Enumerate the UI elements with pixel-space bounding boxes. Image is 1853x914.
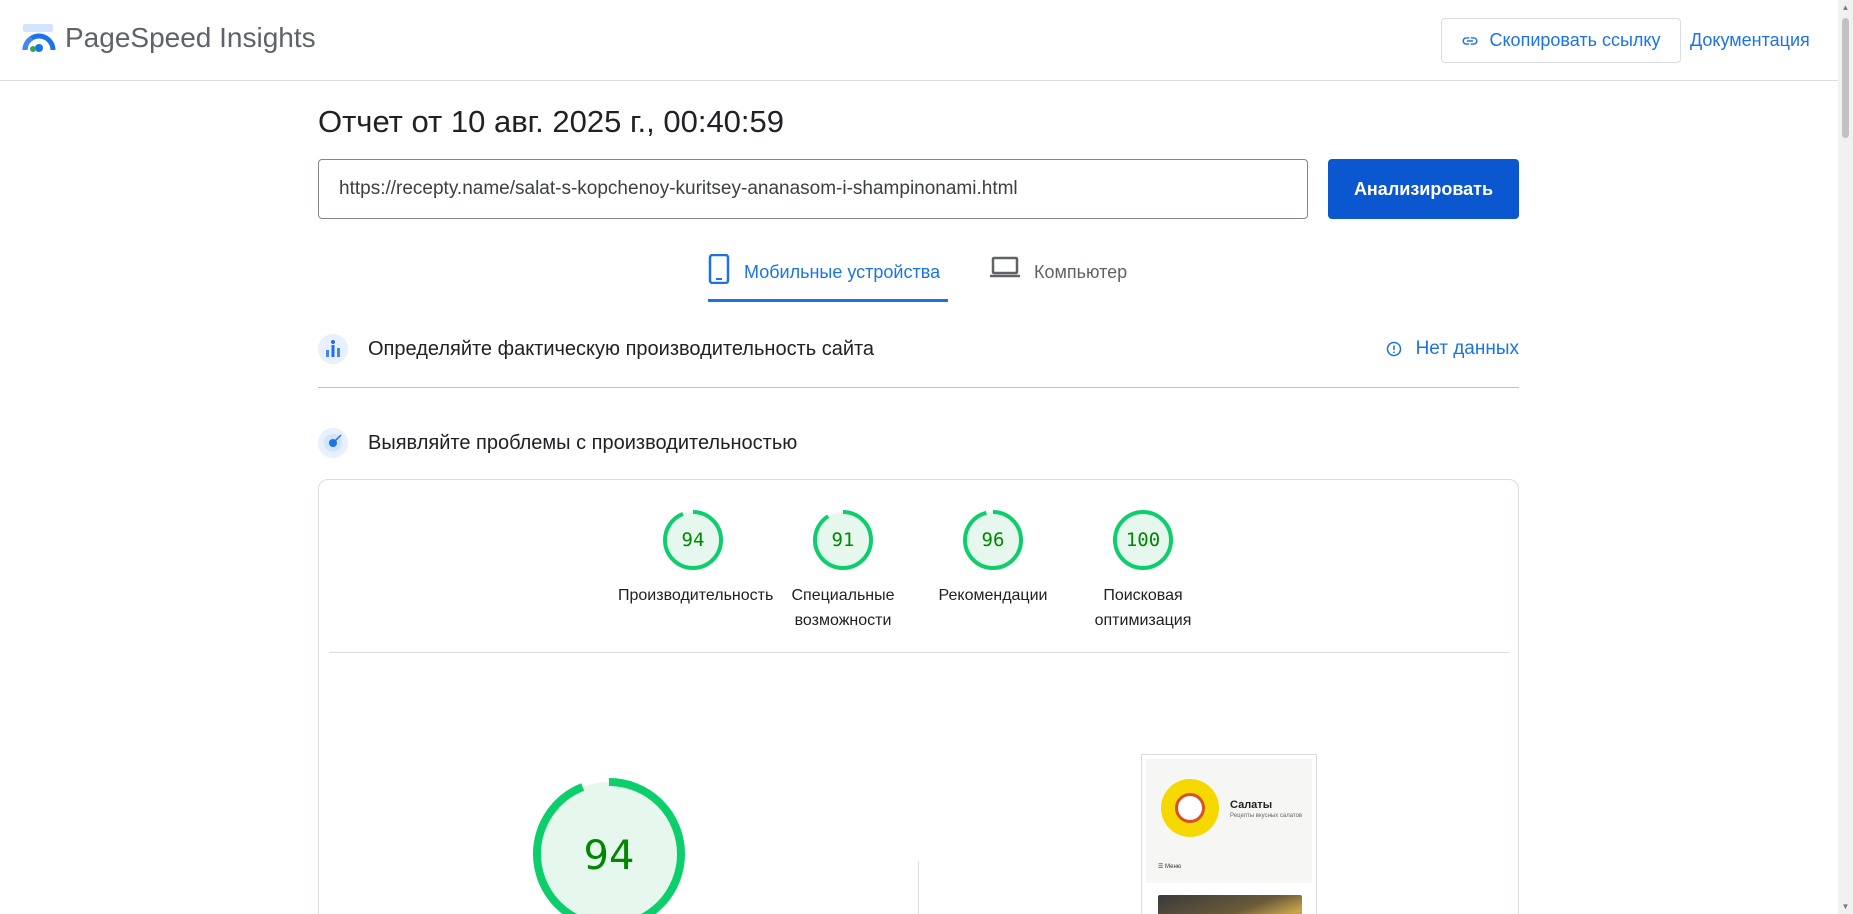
gauge-label-line1: Рекомендации — [938, 587, 1048, 604]
copy-link-label: Скопировать ссылку — [1489, 30, 1661, 50]
lab-target-icon — [318, 428, 348, 458]
gauge-value: 94 — [682, 529, 705, 551]
thumbnail-menu-label: ☰ Меню — [1158, 864, 1182, 870]
gauge-accessibility[interactable]: 91 Специальные возможности — [768, 509, 918, 633]
url-input[interactable] — [318, 159, 1308, 219]
no-data-label: Нет данных — [1415, 338, 1519, 359]
gauge-value: 100 — [1126, 529, 1160, 551]
tab-desktop[interactable]: Компьютер — [990, 254, 1140, 302]
gauge-performance[interactable]: 94 Производительность — [618, 509, 774, 608]
gauge-ring: 100 — [1113, 510, 1173, 570]
pagespeed-logo-icon[interactable] — [22, 22, 56, 54]
top-bar: PageSpeed Insights Скопировать ссылку До… — [0, 0, 1838, 81]
tab-desktop-label: Компьютер — [1034, 262, 1128, 282]
link-icon — [1462, 36, 1478, 45]
salad-plate-icon — [1175, 793, 1205, 823]
performance-big-gauge[interactable]: 94 — [531, 776, 687, 914]
analyze-button[interactable]: Анализировать — [1328, 159, 1519, 219]
gauge-value: 96 — [982, 529, 1005, 551]
performance-big-value: 94 — [584, 833, 635, 879]
smartphone-icon — [708, 254, 730, 284]
thumbnail-site-title: Салаты — [1230, 799, 1273, 811]
copy-link-button[interactable]: Скопировать ссылку — [1441, 18, 1681, 63]
thumbnail-site-subtitle: Рецепты вкусных салатов — [1230, 813, 1303, 819]
gauge-label-line2: возможности — [794, 612, 892, 629]
field-data-icon — [318, 334, 348, 364]
scroll-up-arrow-icon[interactable]: ▲ — [1841, 3, 1850, 12]
report-title: Отчет от 10 авг. 2025 г., 00:40:59 — [318, 104, 785, 139]
scroll-down-arrow-icon[interactable]: ▼ — [1841, 902, 1850, 911]
thumbnail-header: Салаты Рецепты вкусных салатов ☰ Меню — [1146, 759, 1312, 883]
vertical-divider — [918, 862, 919, 914]
gauge-label: Специальные возможности — [768, 583, 918, 633]
tab-mobile[interactable]: Мобильные устройства — [708, 254, 948, 302]
card-divider — [329, 652, 1509, 653]
info-icon — [1386, 341, 1401, 357]
scroll-thumb[interactable] — [1842, 18, 1849, 138]
field-data-title: Определяйте фактическую производительнос… — [368, 338, 875, 360]
gauge-value: 91 — [832, 529, 855, 551]
field-data-section: Определяйте фактическую производительнос… — [318, 334, 1519, 388]
no-data-indicator[interactable]: Нет данных — [1386, 338, 1519, 360]
scores-card: 94 Производительность 91 Специальные воз… — [318, 479, 1519, 914]
gauge-label-line1: Специальные — [791, 587, 895, 604]
gauge-label-line1: Производительность — [618, 587, 774, 604]
gauge-label-line1: Поисковая — [1103, 587, 1183, 604]
gauge-label: Поисковая оптимизация — [1068, 583, 1218, 633]
laptop-icon — [990, 256, 1020, 278]
brand-title[interactable]: PageSpeed Insights — [65, 22, 316, 54]
gauge-ring: 96 — [963, 510, 1023, 570]
page-screenshot-thumbnail[interactable]: Салаты Рецепты вкусных салатов ☰ Меню — [1141, 754, 1317, 914]
site-logo-icon — [1161, 779, 1219, 837]
gauge-label: Производительность — [618, 583, 774, 608]
gauge-ring: 94 — [663, 510, 723, 570]
gauge-label: Рекомендации — [918, 583, 1068, 608]
documentation-link[interactable]: Документация — [1690, 30, 1810, 51]
gauge-ring: 91 — [813, 510, 873, 570]
gauge-best-practices[interactable]: 96 Рекомендации — [918, 509, 1068, 608]
gauge-seo[interactable]: 100 Поисковая оптимизация — [1068, 509, 1218, 633]
tab-mobile-label: Мобильные устройства — [744, 262, 941, 282]
page-scrollbar[interactable]: ▲ ▼ — [1838, 0, 1853, 914]
lab-data-section: Выявляйте проблемы с производительностью — [318, 428, 1519, 482]
gauge-label-line2: оптимизация — [1094, 612, 1192, 629]
thumbnail-food-photo — [1158, 895, 1302, 914]
lab-data-title: Выявляйте проблемы с производительностью — [368, 432, 798, 454]
